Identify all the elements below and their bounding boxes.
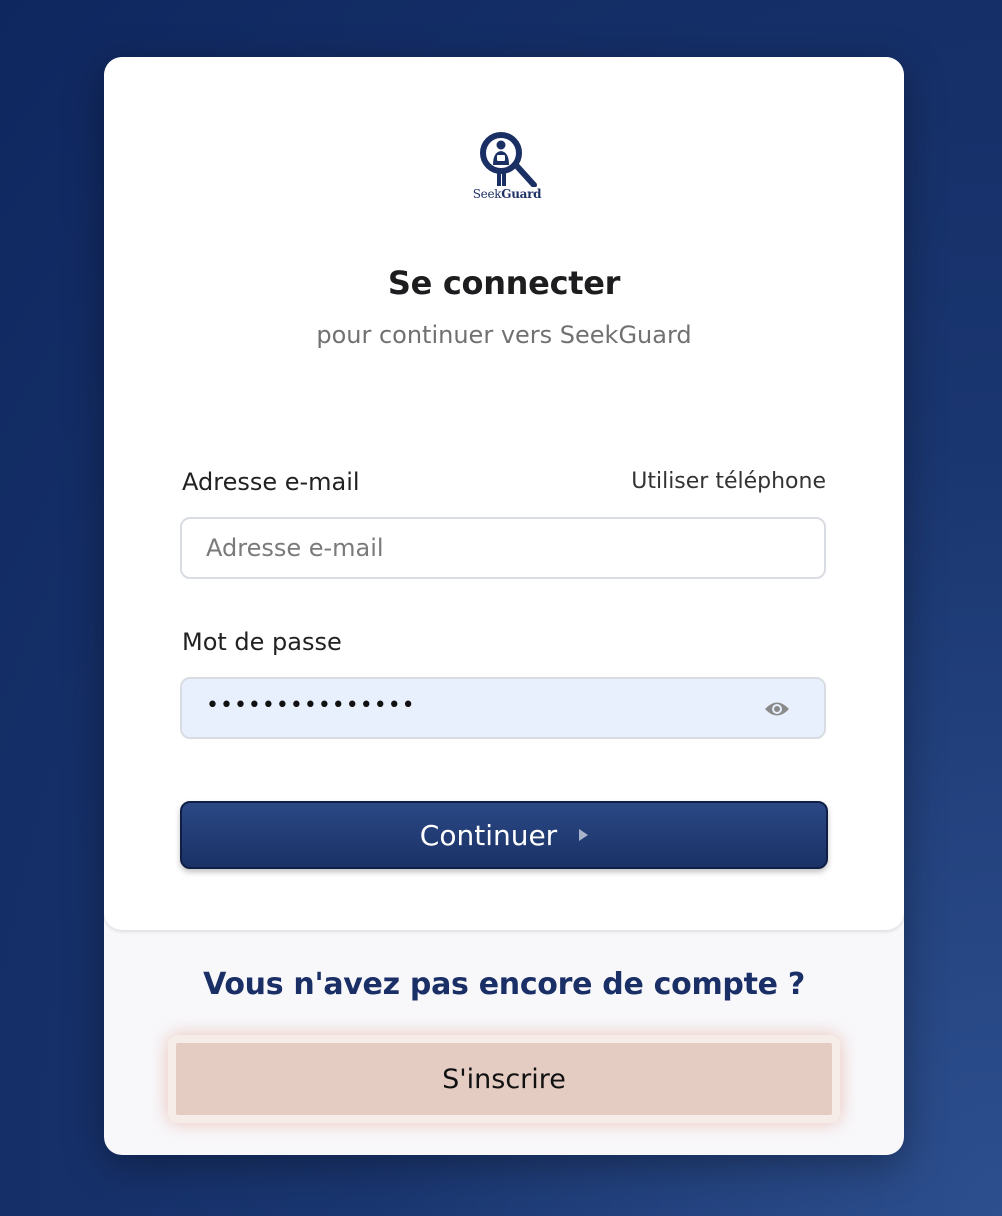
no-account-prompt: Vous n'avez pas encore de compte ?	[203, 967, 805, 1002]
logo-wordmark: SeekGuard	[472, 187, 542, 201]
continue-label: Continuer	[419, 818, 558, 852]
magnifier-person-icon	[480, 132, 537, 187]
page-title: Se connecter	[387, 264, 621, 302]
password-label: Mot de passe	[182, 628, 342, 656]
signup-button[interactable]: S'inscrire	[168, 1035, 840, 1123]
email-label: Adresse e-mail	[182, 468, 360, 496]
page-subtitle: pour continuer vers SeekGuard	[316, 321, 692, 349]
play-arrow-icon	[579, 829, 589, 841]
use-phone-link[interactable]: Utiliser téléphone	[631, 469, 826, 494]
continue-button[interactable]: Continuer	[180, 801, 828, 869]
email-field-wrapper	[180, 517, 826, 579]
password-value: •••••••••••••••	[206, 693, 416, 718]
seekguard-logo: SeekGuard	[472, 131, 542, 205]
password-field[interactable]: •••••••••••••••	[180, 677, 826, 739]
signup-label: S'inscrire	[442, 1063, 566, 1095]
eye-icon[interactable]	[764, 698, 790, 720]
email-field[interactable]	[182, 519, 824, 577]
sign-in-card: SeekGuard Se connecter pour continuer ve…	[104, 57, 904, 1155]
sign-in-panel: SeekGuard Se connecter pour continuer ve…	[104, 57, 904, 930]
